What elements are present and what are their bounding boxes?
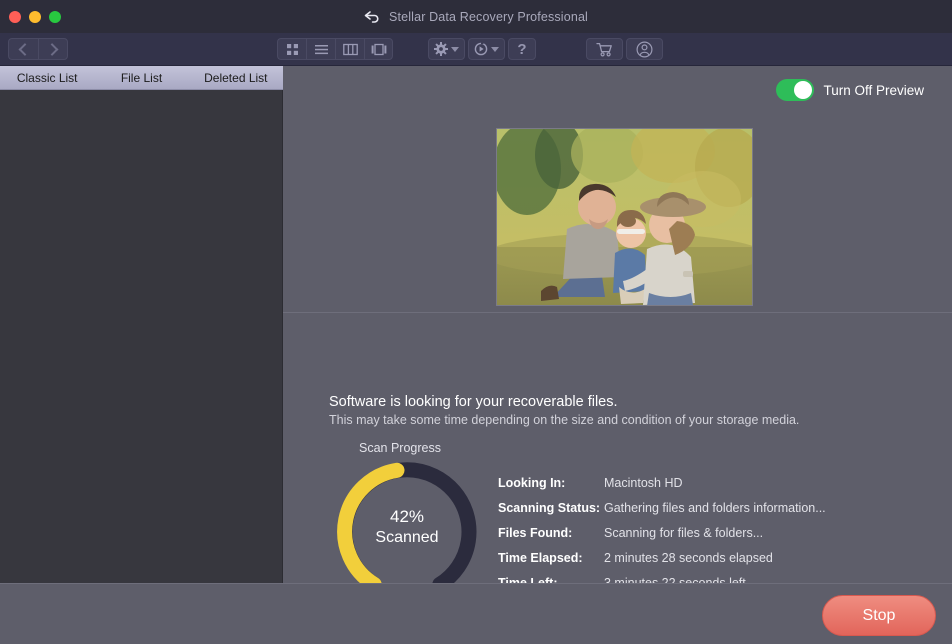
- navigation-group: [8, 38, 68, 60]
- detail-row-files-found: Files Found: Scanning for files & folder…: [498, 526, 918, 551]
- scan-progress-gauge: 42% Scanned: [327, 458, 487, 598]
- back-arrow-icon: [364, 10, 379, 23]
- list-view-button[interactable]: [306, 38, 335, 60]
- family-photo-preview: [497, 129, 752, 305]
- detail-row-time-elapsed: Time Elapsed: 2 minutes 28 seconds elaps…: [498, 551, 918, 576]
- scan-headline: Software is looking for your recoverable…: [329, 394, 618, 410]
- detail-row-scanning-status: Scanning Status: Gathering files and fol…: [498, 501, 918, 526]
- gauge-word: Scanned: [375, 529, 439, 546]
- view-mode-group: [277, 38, 393, 60]
- app-window: Stellar Data Recovery Professional ? Cla…: [0, 0, 952, 644]
- window-title: Stellar Data Recovery Professional: [389, 9, 588, 24]
- footer-bar: Stop: [0, 583, 952, 644]
- coverflow-icon: [371, 43, 386, 55]
- question-mark-icon: ?: [517, 40, 527, 58]
- action-group: ?: [428, 38, 536, 60]
- chevron-down-icon: [491, 46, 499, 52]
- preview-toggle-label: Turn Off Preview: [823, 82, 924, 98]
- minimize-window-button[interactable]: [29, 10, 41, 23]
- detail-value: Gathering files and folders information.…: [604, 501, 826, 515]
- chevron-down-icon: [451, 46, 459, 52]
- close-window-button[interactable]: [9, 10, 21, 23]
- shopping-cart-icon: [595, 42, 612, 56]
- settings-button[interactable]: [428, 38, 465, 60]
- file-tree-sidebar[interactable]: [0, 90, 283, 583]
- preview-area: Turn Off Preview: [283, 66, 952, 312]
- scan-status-section: Software is looking for your recoverable…: [283, 313, 952, 630]
- tab-classic-list[interactable]: Classic List: [0, 66, 94, 90]
- account-button[interactable]: [626, 38, 663, 60]
- stop-button[interactable]: Stop: [822, 595, 936, 636]
- traffic-lights: [9, 10, 61, 23]
- title-bar: Stellar Data Recovery Professional: [0, 0, 952, 33]
- icon-view-button[interactable]: [277, 38, 306, 60]
- clock-play-icon: [474, 42, 488, 56]
- detail-value: 2 minutes 28 seconds elapsed: [604, 551, 773, 565]
- list-tab-bar: Classic List File List Deleted List: [0, 66, 283, 90]
- toolbar: ?: [0, 33, 952, 66]
- zoom-window-button[interactable]: [49, 10, 61, 23]
- detail-row-looking-in: Looking In: Macintosh HD: [498, 476, 918, 501]
- forward-button[interactable]: [38, 38, 68, 60]
- gauge-percent: 42%: [389, 507, 425, 526]
- gear-icon: [434, 42, 448, 56]
- cart-button[interactable]: [586, 38, 623, 60]
- preview-toggle-switch[interactable]: [776, 79, 815, 101]
- window-title-group: Stellar Data Recovery Professional: [0, 0, 952, 33]
- detail-label: Time Elapsed:: [498, 551, 583, 565]
- columns-icon: [342, 43, 358, 55]
- detail-value: Macintosh HD: [604, 476, 683, 490]
- list-icon: [314, 44, 328, 54]
- column-view-button[interactable]: [335, 38, 364, 60]
- gauge-text-group: 42% Scanned: [327, 506, 487, 548]
- scan-progress-label: Scan Progress: [359, 441, 441, 455]
- grid-icon: [286, 43, 298, 55]
- help-button[interactable]: ?: [508, 38, 536, 60]
- chevron-left-icon: [18, 42, 32, 56]
- preview-toggle-row[interactable]: Turn Off Preview: [776, 79, 924, 101]
- main-panel: Turn Off Preview Software is looking for…: [283, 66, 952, 644]
- detail-label: Looking In:: [498, 476, 566, 490]
- scan-subline: This may take some time depending on the…: [329, 413, 800, 427]
- file-preview-image: [496, 128, 753, 306]
- detail-label: Scanning Status:: [498, 501, 601, 515]
- back-button[interactable]: [8, 38, 38, 60]
- history-button[interactable]: [468, 38, 505, 60]
- tab-deleted-list[interactable]: Deleted List: [189, 66, 283, 90]
- account-group: [586, 38, 663, 60]
- toggle-knob: [794, 81, 813, 99]
- detail-label: Files Found:: [498, 526, 573, 540]
- tab-file-list[interactable]: File List: [94, 66, 188, 90]
- user-circle-icon: [636, 40, 653, 58]
- chevron-right-icon: [45, 42, 58, 56]
- detail-value: Scanning for files & folders...: [604, 526, 764, 540]
- gallery-view-button[interactable]: [364, 38, 393, 60]
